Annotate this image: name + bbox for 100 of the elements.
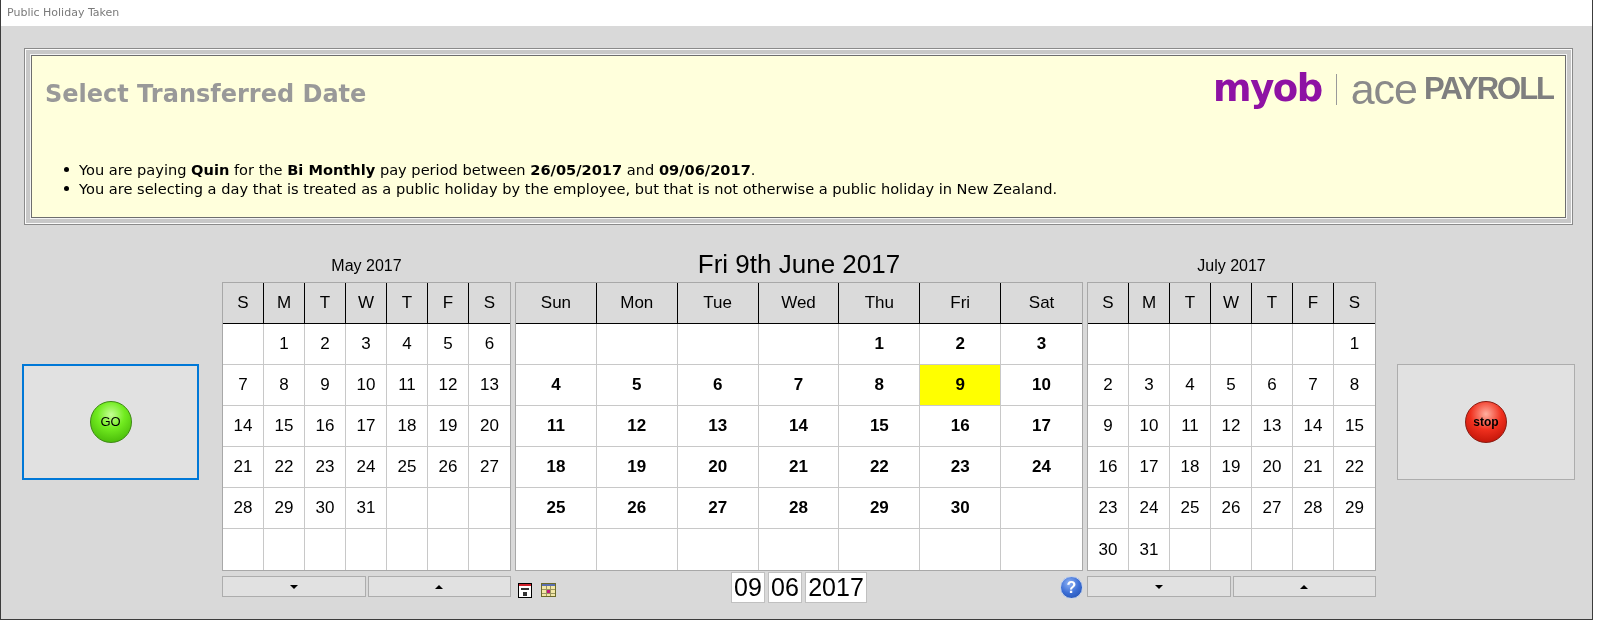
day-cell[interactable]: 11 bbox=[516, 406, 597, 447]
day-cell[interactable]: 25 bbox=[516, 488, 597, 529]
day-cell[interactable]: 23 bbox=[920, 447, 1002, 488]
day-cell[interactable]: 25 bbox=[1170, 488, 1211, 529]
day-cell[interactable]: 4 bbox=[1170, 365, 1211, 406]
day-cell[interactable]: 22 bbox=[839, 447, 921, 488]
logo-product-text: ace bbox=[1350, 67, 1418, 111]
day-cell[interactable]: 19 bbox=[596, 447, 678, 488]
caret-up-icon bbox=[1300, 584, 1309, 589]
day-cell[interactable]: 25 bbox=[387, 447, 428, 488]
day-cell[interactable]: 28 bbox=[223, 488, 264, 529]
day-cell[interactable]: 26 bbox=[428, 447, 469, 488]
logo-wordmark: myob bbox=[1213, 67, 1322, 111]
weekday-header: T bbox=[1170, 283, 1211, 324]
day-cell[interactable]: 27 bbox=[1252, 488, 1293, 529]
day-cell[interactable]: 10 bbox=[346, 365, 387, 406]
day-cell[interactable]: 9 bbox=[305, 365, 346, 406]
weekday-header: Mon bbox=[596, 283, 678, 324]
day-cell[interactable]: 11 bbox=[387, 365, 428, 406]
day-cell[interactable]: 17 bbox=[346, 406, 387, 447]
day-cell[interactable]: 2 bbox=[920, 324, 1002, 365]
day-cell[interactable]: 4 bbox=[387, 324, 428, 365]
day-cell[interactable]: 31 bbox=[346, 488, 387, 529]
scroll-down-button[interactable] bbox=[1087, 576, 1231, 597]
day-cell[interactable]: 7 bbox=[758, 365, 840, 406]
day-cell[interactable]: 7 bbox=[1293, 365, 1334, 406]
day-cell[interactable]: 15 bbox=[839, 406, 921, 447]
weekday-header: S bbox=[1334, 283, 1375, 324]
day-cell[interactable]: 5 bbox=[1211, 365, 1252, 406]
day-cell[interactable]: 26 bbox=[1211, 488, 1252, 529]
day-cell[interactable]: 27 bbox=[677, 488, 759, 529]
go-button[interactable]: GO bbox=[22, 364, 199, 480]
day-cell[interactable]: 5 bbox=[428, 324, 469, 365]
logo-edition-text: PAYROLL bbox=[1424, 70, 1553, 108]
stop-button[interactable]: stop bbox=[1397, 364, 1575, 480]
day-cell[interactable]: 12 bbox=[596, 406, 678, 447]
day-cell[interactable]: 23 bbox=[305, 447, 346, 488]
day-cell[interactable]: 21 bbox=[1293, 447, 1334, 488]
day-cell[interactable]: 8 bbox=[839, 365, 921, 406]
day-cell[interactable]: 12 bbox=[1211, 406, 1252, 447]
scroll-up-button[interactable] bbox=[367, 576, 511, 597]
day-cell[interactable]: 28 bbox=[758, 488, 840, 529]
bullet-icon bbox=[64, 186, 69, 191]
day-cell[interactable]: 17 bbox=[1129, 447, 1170, 488]
day-cell[interactable]: 4 bbox=[516, 365, 597, 406]
day-cell[interactable]: 6 bbox=[1252, 365, 1293, 406]
day-cell[interactable]: 21 bbox=[223, 447, 264, 488]
day-cell[interactable]: 24 bbox=[346, 447, 387, 488]
day-cell[interactable]: 18 bbox=[387, 406, 428, 447]
day-cell[interactable]: 24 bbox=[1129, 488, 1170, 529]
day-cell[interactable]: 5 bbox=[596, 365, 678, 406]
day-cell[interactable]: 20 bbox=[677, 447, 759, 488]
day-cell[interactable]: 22 bbox=[264, 447, 305, 488]
day-cell[interactable]: 6 bbox=[677, 365, 759, 406]
day-cell[interactable]: 30 bbox=[305, 488, 346, 529]
day-cell[interactable]: 9 bbox=[920, 365, 1002, 406]
calendar-page-icon[interactable] bbox=[518, 583, 532, 598]
day-cell[interactable]: 19 bbox=[1211, 447, 1252, 488]
day-cell[interactable]: 16 bbox=[1088, 447, 1129, 488]
day-cell[interactable]: 28 bbox=[1293, 488, 1334, 529]
day-field[interactable]: 09 bbox=[731, 572, 765, 603]
selected-date-title: Fri 9th June 2017 bbox=[697, 249, 901, 281]
day-cell[interactable]: 30 bbox=[920, 488, 1002, 529]
day-cell[interactable]: 3 bbox=[346, 324, 387, 365]
day-cell[interactable]: 29 bbox=[264, 488, 305, 529]
scroll-up-button[interactable] bbox=[1232, 576, 1376, 597]
day-cell[interactable]: 13 bbox=[1252, 406, 1293, 447]
day-cell[interactable]: 18 bbox=[516, 447, 597, 488]
day-cell[interactable]: 14 bbox=[1293, 406, 1334, 447]
day-cell[interactable]: 16 bbox=[920, 406, 1002, 447]
day-cell[interactable]: 11 bbox=[1170, 406, 1211, 447]
day-cell[interactable]: 2 bbox=[305, 324, 346, 365]
day-cell[interactable]: 14 bbox=[758, 406, 840, 447]
day-cell[interactable]: 14 bbox=[223, 406, 264, 447]
day-cell[interactable]: 1 bbox=[264, 324, 305, 365]
day-cell[interactable]: 1 bbox=[839, 324, 921, 365]
month-field[interactable]: 06 bbox=[768, 572, 802, 603]
weekday-header: Thu bbox=[839, 283, 921, 324]
day-cell[interactable]: 23 bbox=[1088, 488, 1129, 529]
day-cell[interactable]: 20 bbox=[1252, 447, 1293, 488]
day-cell[interactable]: 9 bbox=[1088, 406, 1129, 447]
day-cell[interactable]: 21 bbox=[758, 447, 840, 488]
day-cell[interactable]: 19 bbox=[428, 406, 469, 447]
day-cell[interactable]: 13 bbox=[677, 406, 759, 447]
weekday-header: F bbox=[1293, 283, 1334, 324]
day-cell[interactable]: 15 bbox=[264, 406, 305, 447]
day-cell[interactable]: 8 bbox=[264, 365, 305, 406]
day-cell[interactable]: 7 bbox=[223, 365, 264, 406]
scroll-down-button[interactable] bbox=[222, 576, 366, 597]
day-cell[interactable]: 3 bbox=[1129, 365, 1170, 406]
calendar-grid-icon[interactable] bbox=[541, 583, 556, 597]
day-cell[interactable]: 10 bbox=[1129, 406, 1170, 447]
day-cell[interactable]: 16 bbox=[305, 406, 346, 447]
day-cell[interactable]: 2 bbox=[1088, 365, 1129, 406]
day-cell[interactable]: 12 bbox=[428, 365, 469, 406]
year-field[interactable]: 2017 bbox=[805, 572, 867, 603]
day-cell[interactable]: 29 bbox=[839, 488, 921, 529]
day-cell[interactable]: 18 bbox=[1170, 447, 1211, 488]
weekday-header: S bbox=[1088, 283, 1129, 324]
day-cell[interactable]: 26 bbox=[596, 488, 678, 529]
